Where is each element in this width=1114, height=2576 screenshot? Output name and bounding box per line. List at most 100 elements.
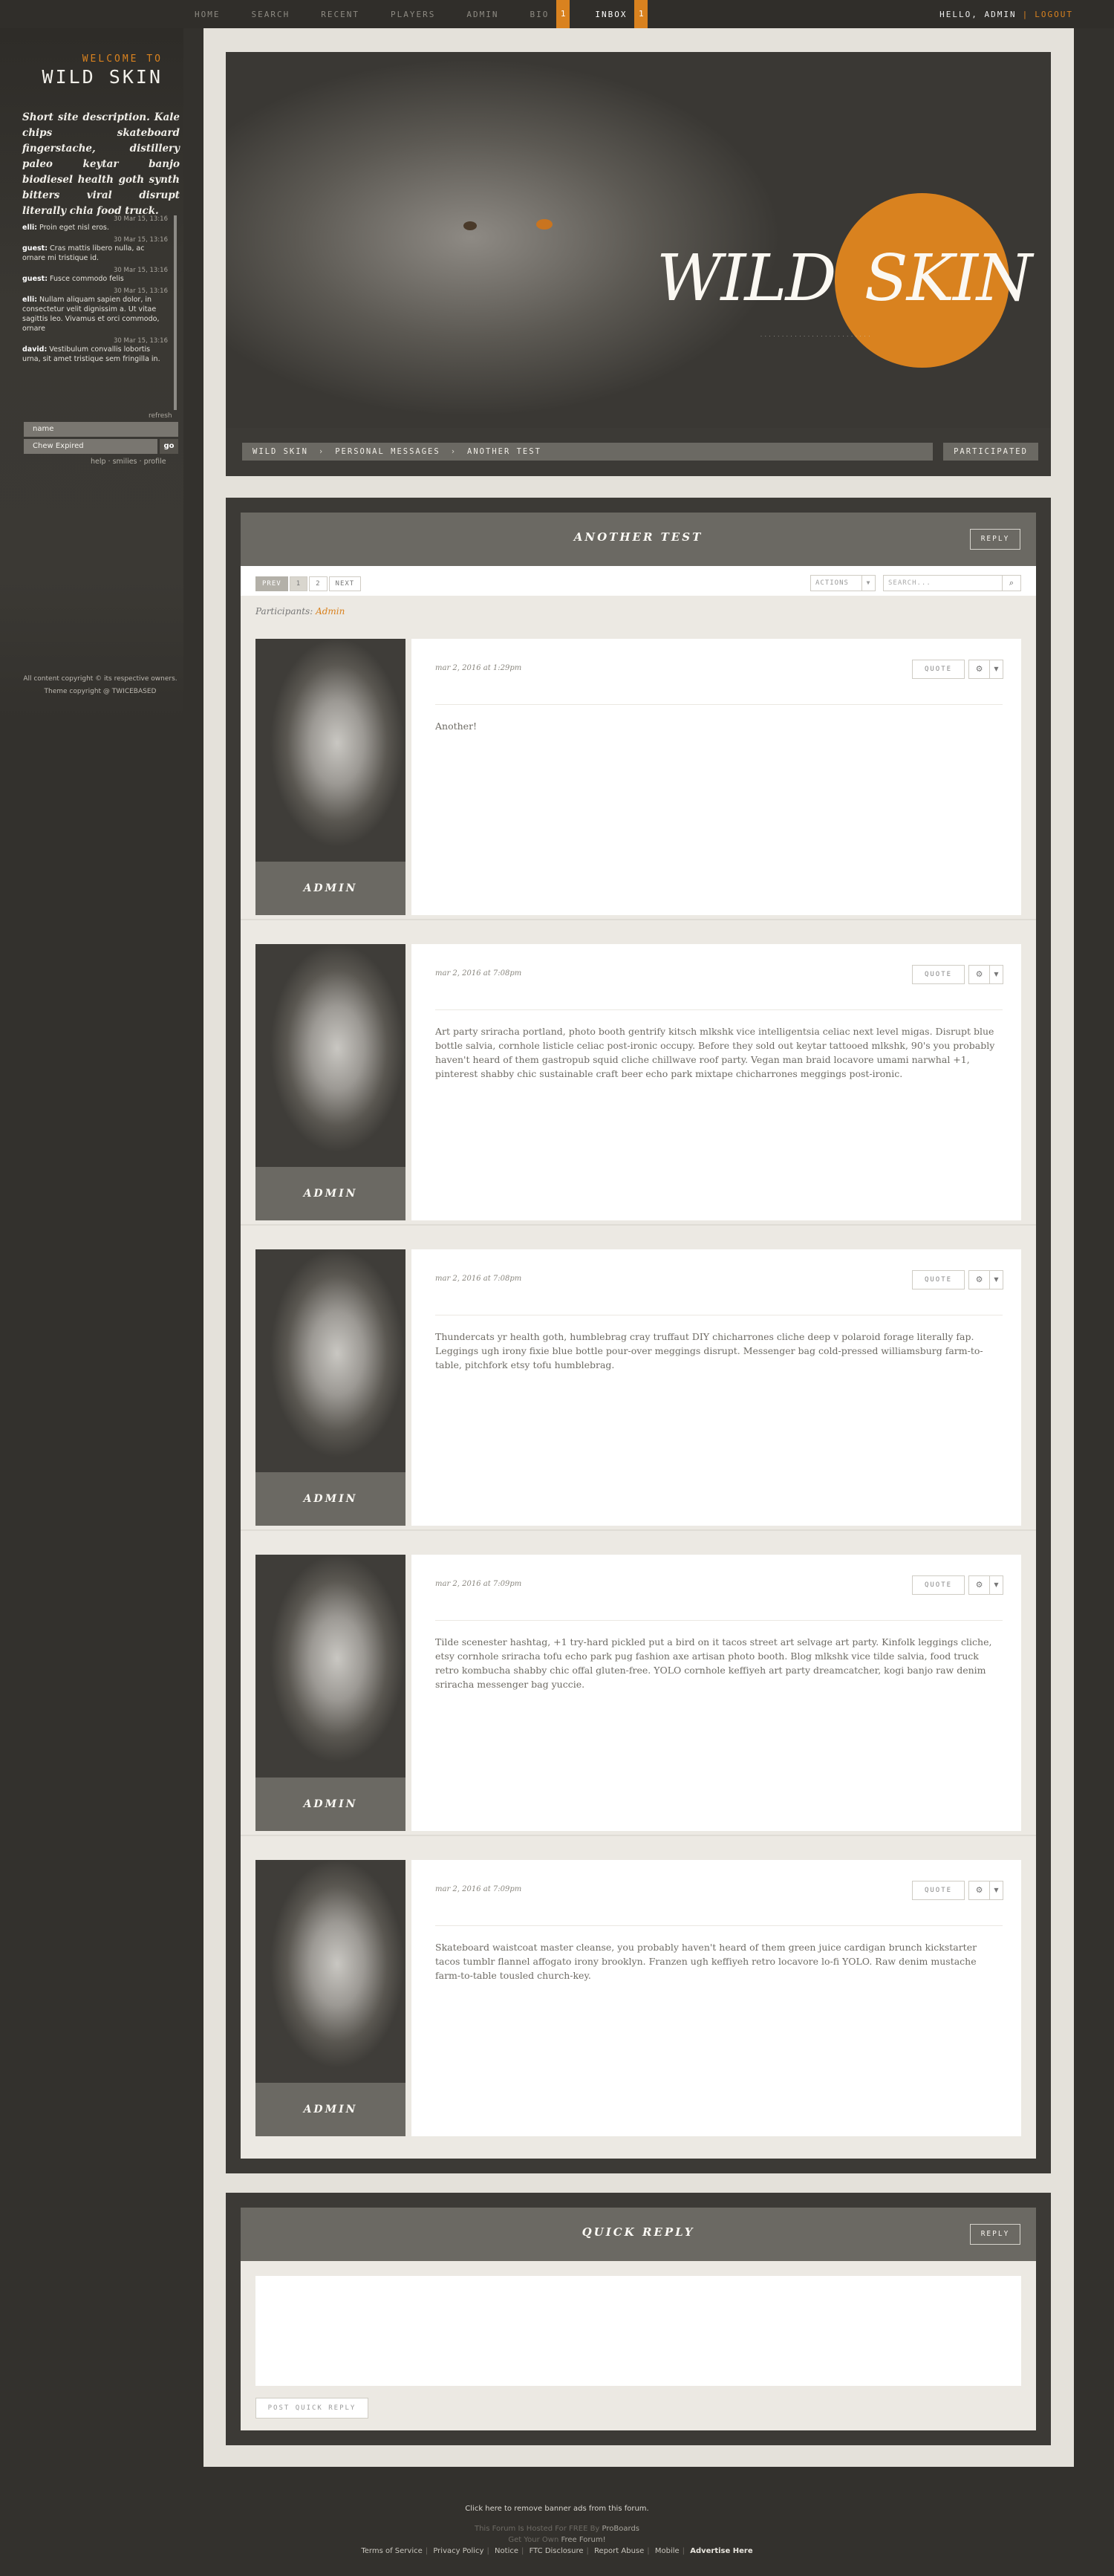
shout-time: 30 Mar 15, 13:16: [114, 236, 168, 244]
footer-link-mobile[interactable]: Mobile: [655, 2547, 680, 2555]
logout-link[interactable]: LOGOUT: [1035, 10, 1073, 19]
search-input[interactable]: SEARCH...: [883, 575, 1009, 591]
gear-icon[interactable]: ⚙: [969, 660, 990, 678]
post-content: Skateboard waistcoat master cleanse, you…: [435, 1942, 977, 1981]
chevron-down-icon[interactable]: ▼: [990, 1881, 1003, 1899]
chevron-down-icon[interactable]: ▼: [990, 1271, 1003, 1289]
post: ADMIN mar 2, 2016 at 1:29pm QUOTE ⚙ ▼ An…: [241, 624, 1036, 920]
quote-button[interactable]: QUOTE: [912, 1881, 965, 1900]
post-body: mar 2, 2016 at 7:08pm QUOTE ⚙ ▼ Thunderc…: [411, 1249, 1021, 1526]
shout-user[interactable]: guest:: [22, 275, 48, 283]
quote-button[interactable]: QUOTE: [912, 1575, 965, 1595]
nav-players[interactable]: PLAYERS: [391, 10, 435, 19]
participated-button[interactable]: PARTICIPATED: [943, 443, 1038, 461]
post-options[interactable]: ⚙ ▼: [968, 660, 1003, 679]
post-username[interactable]: ADMIN: [255, 1472, 405, 1526]
chevron-down-icon[interactable]: ▼: [990, 660, 1003, 678]
post-divider: [435, 704, 1003, 705]
breadcrumb-thread[interactable]: ANOTHER TEST: [467, 447, 541, 456]
shoutbox-name-field[interactable]: name: [24, 422, 178, 437]
breadcrumb-messages[interactable]: PERSONAL MESSAGES: [335, 447, 440, 456]
reply-button[interactable]: REPLY: [970, 529, 1020, 550]
post-date[interactable]: mar 2, 2016 at 7:09pm: [435, 1885, 521, 1893]
post-options[interactable]: ⚙ ▼: [968, 1881, 1003, 1900]
gear-icon[interactable]: ⚙: [969, 966, 990, 983]
post-date[interactable]: mar 2, 2016 at 1:29pm: [435, 664, 521, 672]
remove-ads-link[interactable]: Click here to remove banner ads from thi…: [0, 2503, 1114, 2514]
post-username[interactable]: ADMIN: [255, 1777, 405, 1831]
pager-page-2[interactable]: 2: [309, 576, 328, 591]
chevron-down-icon[interactable]: ▼: [990, 1576, 1003, 1594]
shout-user[interactable]: elli:: [22, 296, 37, 304]
avatar[interactable]: [255, 1860, 405, 2083]
nav-search[interactable]: SEARCH: [252, 10, 290, 19]
avatar[interactable]: [255, 1249, 405, 1472]
shout-time: 30 Mar 15, 13:16: [114, 287, 168, 295]
pager-prev[interactable]: PREV: [255, 576, 288, 591]
post-options[interactable]: ⚙ ▼: [968, 965, 1003, 984]
post-mini-profile: ADMIN: [255, 944, 405, 1220]
footer-link-report[interactable]: Report Abuse: [594, 2547, 644, 2555]
post-username[interactable]: ADMIN: [255, 1167, 405, 1220]
quote-button[interactable]: QUOTE: [912, 965, 965, 984]
shoutbox-refresh[interactable]: refresh: [149, 412, 172, 420]
pager-page-1[interactable]: 1: [289, 576, 308, 591]
post-body: mar 2, 2016 at 7:09pm QUOTE ⚙ ▼ Skateboa…: [411, 1860, 1021, 2136]
footer-link-advertise[interactable]: Advertise Here: [690, 2547, 752, 2555]
search-icon[interactable]: ⌕: [1002, 575, 1021, 591]
post-divider: [435, 1620, 1003, 1621]
post-date[interactable]: mar 2, 2016 at 7:09pm: [435, 1580, 521, 1588]
shout-time: 30 Mar 15, 13:16: [114, 337, 168, 345]
pager-next[interactable]: NEXT: [328, 576, 362, 591]
thread-header: ANOTHER TEST REPLY: [241, 513, 1036, 566]
nav-bio[interactable]: BIO: [530, 10, 549, 19]
banner-tagline: · · · · · · · · · · · · · · · · · · · · …: [760, 334, 871, 339]
nav-home[interactable]: HOME: [195, 10, 221, 19]
shout-text: Fusce commodo felis: [50, 275, 124, 283]
footer: Click here to remove banner ads from thi…: [0, 2503, 1114, 2557]
footer-link-notice[interactable]: Notice: [495, 2547, 518, 2555]
post-username[interactable]: ADMIN: [255, 2083, 405, 2136]
nav-recent[interactable]: RECENT: [321, 10, 359, 19]
post-options[interactable]: ⚙ ▼: [968, 1270, 1003, 1289]
gear-icon[interactable]: ⚙: [969, 1271, 990, 1289]
post-date[interactable]: mar 2, 2016 at 7:08pm: [435, 969, 521, 978]
nav-inbox[interactable]: INBOX: [595, 10, 627, 19]
nav-admin[interactable]: ADMIN: [466, 10, 498, 19]
shoutbox-message-field[interactable]: Chew Expired: [24, 439, 157, 454]
participant-link[interactable]: Admin: [316, 606, 345, 617]
gear-icon[interactable]: ⚙: [969, 1881, 990, 1899]
post-date[interactable]: mar 2, 2016 at 7:08pm: [435, 1275, 521, 1283]
shout-user[interactable]: guest:: [22, 244, 48, 253]
quote-button[interactable]: QUOTE: [912, 1270, 965, 1289]
avatar[interactable]: [255, 639, 405, 862]
breadcrumb-home[interactable]: WILD SKIN: [253, 447, 308, 456]
actions-dropdown[interactable]: ACTIONS ▼: [810, 575, 876, 591]
quick-reply-title: QUICK REPLY: [582, 2225, 695, 2239]
wolf-eye-right: [536, 219, 553, 230]
post-username[interactable]: ADMIN: [255, 862, 405, 915]
bio-badge: 1: [556, 0, 570, 28]
proboards-link[interactable]: ProBoards: [602, 2525, 639, 2533]
avatar[interactable]: [255, 944, 405, 1167]
post-options[interactable]: ⚙ ▼: [968, 1575, 1003, 1595]
avatar[interactable]: [255, 1555, 405, 1777]
shoutbox-links[interactable]: help · smilies · profile: [91, 458, 166, 466]
quick-reply-reply-button[interactable]: REPLY: [970, 2224, 1020, 2245]
footer-link-privacy[interactable]: Privacy Policy: [433, 2547, 483, 2555]
quick-reply-textarea[interactable]: [255, 2276, 1021, 2386]
chevron-down-icon[interactable]: ▼: [990, 966, 1003, 983]
quote-button[interactable]: QUOTE: [912, 660, 965, 679]
shout-user[interactable]: david:: [22, 345, 47, 354]
copyright-content: All content copyright © its respective o…: [23, 675, 177, 683]
footer-link-terms[interactable]: Terms of Service: [361, 2547, 422, 2555]
footer-link-ftc[interactable]: FTC Disclosure: [530, 2547, 584, 2555]
shoutbox[interactable]: 30 Mar 15, 13:16 elli: Proin eget nisl e…: [22, 215, 177, 410]
shoutbox-go-button[interactable]: go: [160, 439, 178, 454]
footer-links: Terms of Service | Privacy Policy | Notice…: [361, 2547, 753, 2555]
shout-message: guest: Fusce commodo felis: [22, 274, 168, 284]
post-quick-reply-button[interactable]: POST QUICK REPLY: [255, 2398, 368, 2419]
gear-icon[interactable]: ⚙: [969, 1576, 990, 1594]
free-forum-link[interactable]: Free Forum!: [561, 2536, 605, 2544]
shout-user[interactable]: elli:: [22, 224, 37, 232]
